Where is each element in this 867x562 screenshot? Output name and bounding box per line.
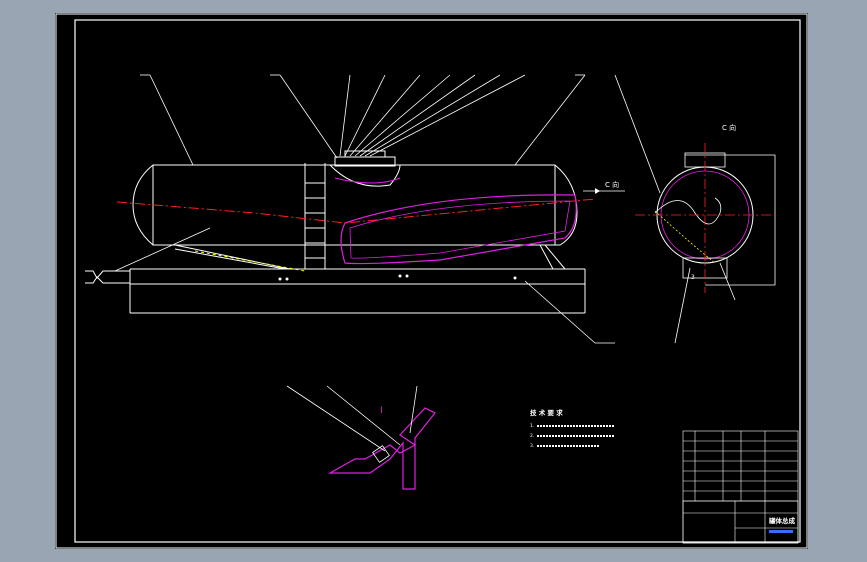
drawing-title: 罐体总成 [768,516,796,525]
svg-text:1.: 1. [530,423,534,429]
baffle-outline [340,194,577,265]
c-view-label: C 向 [722,123,736,132]
ladder [304,163,326,269]
outer-frame [55,13,808,549]
detail-marker: Ⅰ [380,406,383,416]
detail-view-1: Ⅰ [286,385,436,490]
title-block [682,430,799,544]
drawing-sheet: C 向 C 向 3 Ⅰ 技 术 要 求 1. 2. 3. 罐体总成 [55,13,808,549]
svg-text:2.: 2. [530,433,534,439]
leader-lines [114,74,615,344]
tank-side-view [85,150,586,314]
tech-req-title: 技 术 要 求 [530,408,563,417]
cad-drawing: C 向 C 向 3 Ⅰ 技 术 要 求 1. 2. 3. 罐体总成 [55,13,808,549]
c-direction-label: C 向 [605,180,619,189]
svg-text:3.: 3. [530,443,534,449]
end-view-c: C 向 3 [614,74,777,344]
part-numbers [278,274,517,281]
callout-3: 3 [691,274,695,281]
tech-requirements: 技 术 要 求 1. 2. 3. [530,408,615,449]
inner-frame [74,19,801,543]
detail-outline [327,407,436,490]
